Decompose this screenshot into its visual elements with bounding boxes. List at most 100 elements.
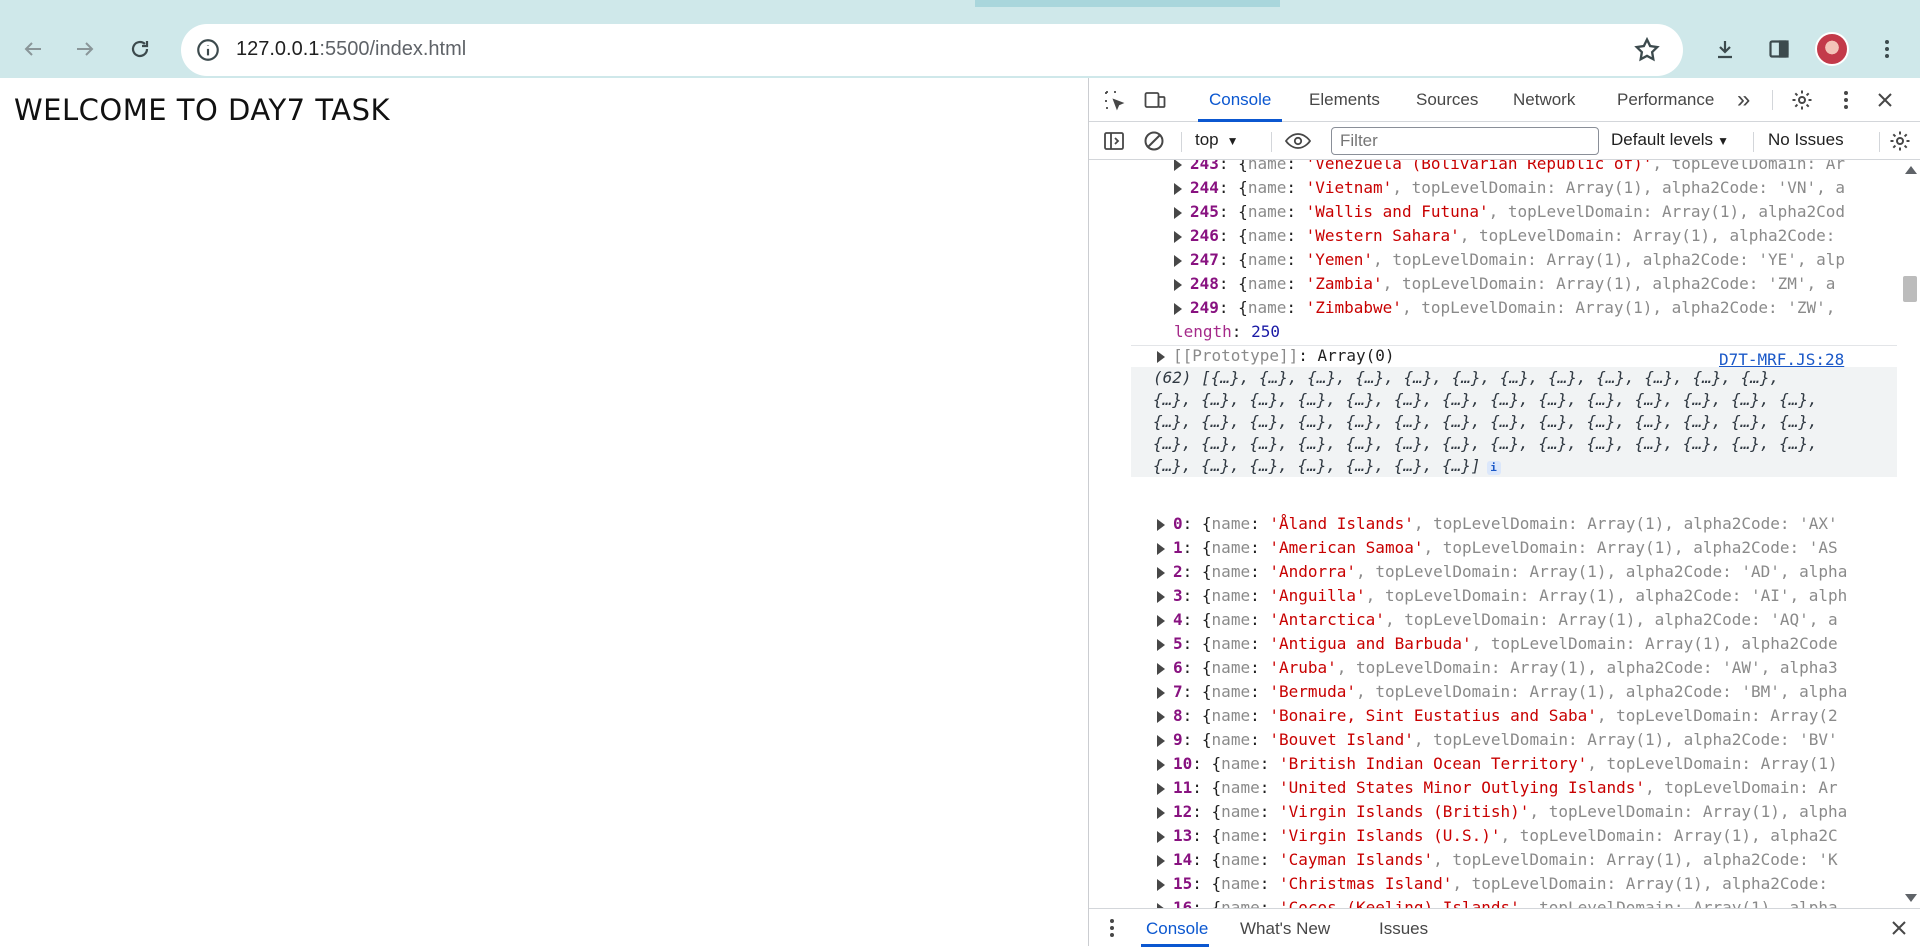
drawer-menu-icon[interactable]: [1099, 915, 1125, 941]
array-length-row: length: 250: [1174, 322, 1280, 341]
console-object-row[interactable]: 11: {name: 'United States Minor Outlying…: [1157, 776, 1838, 800]
browser-menu-button[interactable]: [1867, 29, 1907, 69]
expand-triangle-icon[interactable]: [1174, 182, 1182, 195]
tab-sources[interactable]: Sources: [1416, 90, 1478, 110]
site-info-icon[interactable]: [195, 37, 221, 63]
country-name: 'Bouvet Island': [1269, 730, 1414, 749]
reload-button[interactable]: [120, 29, 160, 69]
console-object-row[interactable]: 249: {name: 'Zimbabwe', topLevelDomain: …: [1174, 296, 1835, 320]
forward-button[interactable]: [65, 29, 105, 69]
scroll-thumb[interactable]: [1903, 276, 1917, 302]
console-object-row[interactable]: 244: {name: 'Vietnam', topLevelDomain: A…: [1174, 176, 1845, 200]
summary-line: {…}, {…}, {…}, {…}, {…}, {…}, {…}, {…}, …: [1153, 390, 1818, 409]
drawer-tab-console[interactable]: Console: [1146, 919, 1208, 939]
filter-separator: [1753, 132, 1754, 152]
console-object-row[interactable]: 12: {name: 'Virgin Islands (British)', t…: [1157, 800, 1847, 824]
console-object-row[interactable]: 14: {name: 'Cayman Islands', topLevelDom…: [1157, 848, 1838, 872]
console-object-row[interactable]: 4: {name: 'Antarctica', topLevelDomain: …: [1157, 608, 1838, 632]
console-output[interactable]: 243: {name: 'Venezuela (Bolivarian Repub…: [1089, 160, 1920, 908]
more-tabs-button[interactable]: »: [1737, 86, 1750, 114]
expand-triangle-icon[interactable]: [1157, 830, 1165, 843]
console-object-row[interactable]: 15: {name: 'Christmas Island', topLevelD…: [1157, 872, 1828, 896]
console-object-row[interactable]: 245: {name: 'Wallis and Futuna', topLeve…: [1174, 200, 1845, 224]
console-object-row[interactable]: 8: {name: 'Bonaire, Sint Eustatius and S…: [1157, 704, 1838, 728]
expand-triangle-icon[interactable]: [1157, 734, 1165, 747]
scroll-down-arrow-icon[interactable]: [1905, 894, 1917, 902]
console-object-row[interactable]: 13: {name: 'Virgin Islands (U.S.)', topL…: [1157, 824, 1838, 848]
active-tab[interactable]: [0, 0, 975, 7]
expand-triangle-icon[interactable]: [1157, 566, 1165, 579]
expand-triangle-icon[interactable]: [1157, 854, 1165, 867]
country-name: 'Cayman Islands': [1278, 850, 1434, 869]
expand-triangle-icon[interactable]: [1157, 758, 1165, 771]
expand-triangle-icon[interactable]: [1174, 278, 1182, 291]
log-levels-dropdown[interactable]: Default levels ▼: [1611, 130, 1729, 150]
info-icon[interactable]: i: [1486, 461, 1501, 475]
console-object-row[interactable]: 10: {name: 'British Indian Ocean Territo…: [1157, 752, 1838, 776]
console-object-row[interactable]: 247: {name: 'Yemen', topLevelDomain: Arr…: [1174, 248, 1845, 272]
bookmark-star-icon[interactable]: [1633, 36, 1661, 64]
expand-triangle-icon[interactable]: [1157, 686, 1165, 699]
array-summary-preview[interactable]: (62) [{…}, {…}, {…}, {…}, {…}, {…}, {…},…: [1131, 367, 1897, 477]
settings-gear-icon[interactable]: [1789, 87, 1815, 113]
tab-elements[interactable]: Elements: [1309, 90, 1380, 110]
tab-console[interactable]: Console: [1209, 90, 1271, 110]
console-object-row[interactable]: 5: {name: 'Antigua and Barbuda', topLeve…: [1157, 632, 1838, 656]
expand-triangle-icon[interactable]: [1157, 590, 1165, 603]
close-devtools-icon[interactable]: [1872, 87, 1898, 113]
expand-triangle-icon[interactable]: [1157, 350, 1165, 363]
devtools-menu-icon[interactable]: [1833, 87, 1859, 113]
console-object-row[interactable]: 6: {name: 'Aruba', topLevelDomain: Array…: [1157, 656, 1838, 680]
inspect-element-icon[interactable]: [1101, 87, 1127, 113]
expand-triangle-icon[interactable]: [1157, 782, 1165, 795]
side-panel-button[interactable]: [1759, 29, 1799, 69]
console-object-row[interactable]: 243: {name: 'Venezuela (Bolivarian Repub…: [1174, 160, 1845, 176]
expand-triangle-icon[interactable]: [1174, 206, 1182, 219]
expand-triangle-icon[interactable]: [1157, 878, 1165, 891]
drawer-tab-whats-new[interactable]: What's New: [1240, 919, 1330, 939]
profile-avatar[interactable]: [1815, 32, 1849, 66]
close-drawer-icon[interactable]: [1886, 915, 1912, 941]
console-object-row[interactable]: 3: {name: 'Anguilla', topLevelDomain: Ar…: [1157, 584, 1847, 608]
issues-counter[interactable]: No Issues: [1768, 130, 1844, 150]
row-rest: , topLevelDomain: Array(1), alpha2Code: …: [1392, 178, 1846, 197]
tab-network[interactable]: Network: [1513, 90, 1575, 110]
expand-triangle-icon[interactable]: [1174, 230, 1182, 243]
expand-triangle-icon[interactable]: [1174, 160, 1182, 171]
console-object-row[interactable]: 1: {name: 'American Samoa', topLevelDoma…: [1157, 536, 1838, 560]
console-object-row[interactable]: 246: {name: 'Western Sahara', topLevelDo…: [1174, 224, 1835, 248]
expand-triangle-icon[interactable]: [1174, 254, 1182, 267]
expand-triangle-icon[interactable]: [1157, 614, 1165, 627]
country-name: 'Bermuda': [1269, 682, 1357, 701]
expand-triangle-icon[interactable]: [1157, 662, 1165, 675]
device-toolbar-icon[interactable]: [1142, 87, 1168, 113]
drawer-tab-issues[interactable]: Issues: [1379, 919, 1428, 939]
expand-triangle-icon[interactable]: [1157, 710, 1165, 723]
tab-performance[interactable]: Performance: [1617, 90, 1714, 110]
context-selector[interactable]: top ▼: [1195, 130, 1239, 150]
prototype-row[interactable]: [[Prototype]]: Array(0): [1157, 344, 1395, 368]
console-object-row[interactable]: 248: {name: 'Zambia', topLevelDomain: Ar…: [1174, 272, 1835, 296]
console-object-row[interactable]: 0: {name: 'Åland Islands', topLevelDomai…: [1157, 512, 1838, 536]
live-expression-eye-icon[interactable]: [1279, 128, 1317, 154]
url-text[interactable]: 127.0.0.1:5500/index.html: [236, 38, 466, 61]
console-scrollbar[interactable]: [1899, 160, 1920, 908]
console-object-row[interactable]: 9: {name: 'Bouvet Island', topLevelDomai…: [1157, 728, 1838, 752]
country-name: 'American Samoa': [1269, 538, 1424, 557]
address-bar[interactable]: 127.0.0.1:5500/index.html: [181, 24, 1683, 76]
expand-triangle-icon[interactable]: [1174, 302, 1182, 315]
back-button[interactable]: [13, 29, 53, 69]
expand-triangle-icon[interactable]: [1157, 518, 1165, 531]
expand-triangle-icon[interactable]: [1157, 806, 1165, 819]
console-object-row[interactable]: 7: {name: 'Bermuda', topLevelDomain: Arr…: [1157, 680, 1847, 704]
console-object-row[interactable]: 2: {name: 'Andorra', topLevelDomain: Arr…: [1157, 560, 1847, 584]
sidebar-toggle-icon[interactable]: [1101, 128, 1127, 154]
console-settings-gear-icon[interactable]: [1887, 128, 1913, 154]
expand-triangle-icon[interactable]: [1157, 542, 1165, 555]
console-filter-input[interactable]: [1331, 127, 1599, 155]
downloads-button[interactable]: [1705, 29, 1745, 69]
expand-triangle-icon[interactable]: [1157, 638, 1165, 651]
clear-console-icon[interactable]: [1141, 128, 1167, 154]
scroll-up-arrow-icon[interactable]: [1905, 166, 1917, 174]
console-object-row[interactable]: 16: {name: 'Cocos (Keeling) Islands', to…: [1157, 896, 1838, 908]
